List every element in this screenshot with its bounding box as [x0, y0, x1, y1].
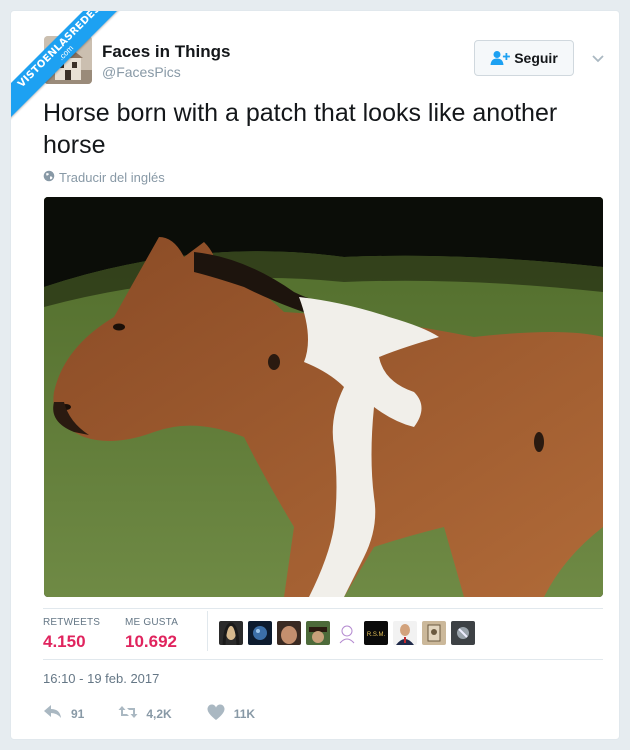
timestamp[interactable]: 16:10 - 19 feb. 2017: [43, 671, 159, 686]
liker-avatar[interactable]: [277, 621, 301, 645]
divider: [43, 608, 603, 609]
display-name[interactable]: Faces in Things: [102, 42, 230, 62]
chevron-down-icon[interactable]: [589, 49, 607, 67]
divider: [43, 659, 603, 660]
retweet-button[interactable]: 4,2K: [118, 703, 172, 724]
liker-avatar[interactable]: [219, 621, 243, 645]
handle[interactable]: @FacesPics: [102, 64, 181, 80]
add-person-icon: [490, 50, 511, 66]
liker-avatar[interactable]: [451, 621, 475, 645]
like-button[interactable]: 11K: [206, 703, 255, 724]
liker-avatar[interactable]: [393, 621, 417, 645]
retweets-label: RETWEETS: [43, 617, 101, 628]
likes-value: 10.692: [125, 632, 177, 651]
retweets-stat[interactable]: RETWEETS 4.150: [43, 617, 100, 652]
retweets-value: 4.150: [43, 632, 86, 651]
reply-icon: [43, 703, 63, 724]
likes-label: ME GUSTA: [125, 617, 179, 628]
liker-avatar[interactable]: R.S.M.: [364, 621, 388, 645]
follow-button[interactable]: Seguir: [474, 40, 574, 76]
liker-avatar-text: R.S.M.: [367, 632, 386, 638]
likes-stat[interactable]: ME GUSTA 10.692: [125, 617, 178, 652]
tweet-text: Horse born with a patch that looks like …: [43, 99, 558, 159]
liker-avatar[interactable]: [335, 621, 359, 645]
divider: [207, 611, 208, 651]
liker-avatar[interactable]: [306, 621, 330, 645]
heart-icon: [206, 703, 226, 724]
like-count: 11K: [233, 706, 256, 721]
tweet-card: VISTOENLASREDES .com Faces in Things @Fa…: [10, 10, 620, 740]
liker-avatars: R.S.M.: [219, 621, 475, 645]
liker-avatar[interactable]: [248, 621, 272, 645]
tweet-actions: 91 4,2K 11K: [43, 703, 289, 724]
retweet-icon: [118, 703, 138, 724]
retweet-count: 4,2K: [146, 706, 172, 721]
reply-button[interactable]: 91: [43, 703, 84, 724]
reply-count: 91: [71, 706, 85, 721]
tweet-image[interactable]: [44, 197, 603, 597]
globe-icon: [43, 170, 55, 185]
liker-avatar[interactable]: [422, 621, 446, 645]
translate-label: Traducir del inglés: [59, 170, 165, 185]
follow-label: Seguir: [514, 50, 558, 66]
translate-link[interactable]: Traducir del inglés: [43, 170, 165, 185]
